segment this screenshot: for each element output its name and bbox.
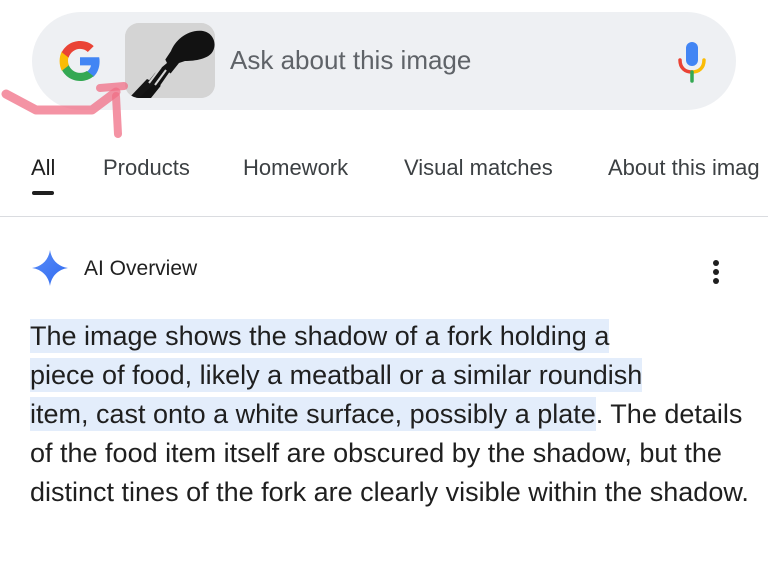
highlighted-text-line-2: piece of food, likely a meatball or a si…: [30, 358, 643, 392]
microphone-icon[interactable]: [672, 40, 712, 84]
tab-visual-matches[interactable]: Visual matches: [404, 155, 553, 181]
ai-overview-title: AI Overview: [84, 257, 198, 280]
google-g-icon[interactable]: [56, 37, 104, 85]
ai-overview-text: The image shows the shadow of a fork hol…: [30, 317, 750, 512]
tab-about-this-image[interactable]: About this imag: [608, 155, 760, 181]
search-results-page: All Products Homework Visual matches Abo…: [0, 0, 768, 562]
tab-homework[interactable]: Homework: [243, 155, 348, 181]
search-bar[interactable]: [32, 12, 736, 110]
tab-products[interactable]: Products: [103, 155, 190, 181]
query-image-thumbnail[interactable]: [125, 23, 215, 98]
gemini-sparkle-icon: [32, 250, 68, 286]
tab-all[interactable]: All: [31, 155, 55, 181]
search-input[interactable]: [230, 40, 650, 80]
more-vert-icon[interactable]: [704, 254, 728, 290]
active-tab-indicator: [32, 191, 54, 195]
result-tabs: All Products Homework Visual matches Abo…: [0, 150, 768, 217]
highlighted-text-line-1: The image shows the shadow of a fork hol…: [30, 319, 610, 353]
fork-shadow-image: [125, 23, 215, 98]
highlighted-text-line-3: item, cast onto a white surface, possibl…: [30, 397, 596, 431]
